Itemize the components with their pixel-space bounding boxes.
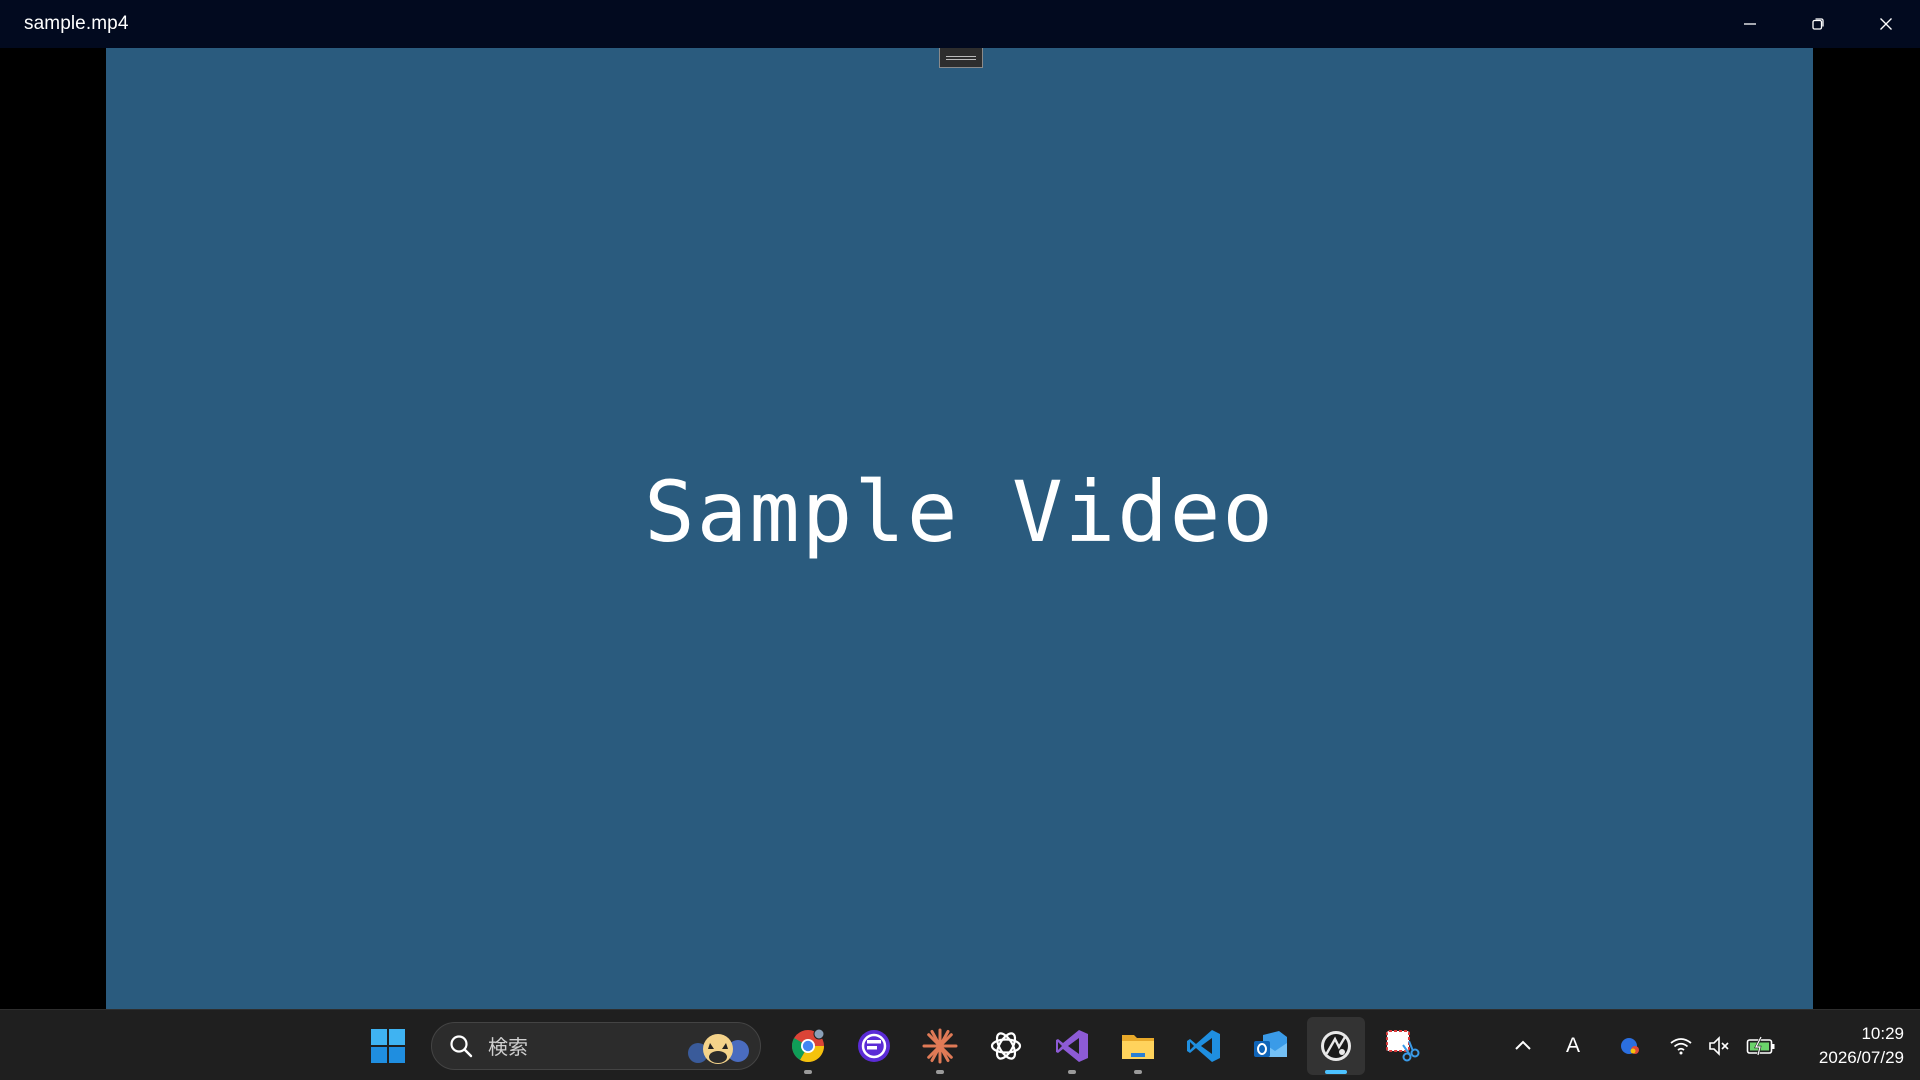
- media-player-icon: [1321, 1030, 1351, 1061]
- video-surface[interactable]: Sample Video: [106, 48, 1813, 1009]
- taskbar-f-app[interactable]: [845, 1017, 903, 1075]
- taskbar-media-player[interactable]: [1307, 1016, 1365, 1075]
- taskbar-chatgpt[interactable]: [977, 1017, 1035, 1075]
- system-tray: A 10:29 2026/07/29: [1498, 1010, 1920, 1080]
- outlook-icon: [1254, 1030, 1287, 1057]
- minimize-icon: [1744, 23, 1756, 25]
- windows-logo-icon: [371, 1028, 405, 1063]
- claude-icon: [922, 1028, 958, 1063]
- restore-button[interactable]: [1784, 0, 1852, 48]
- clock[interactable]: 10:29 2026/07/29: [1784, 1022, 1904, 1070]
- folder-icon: [1122, 1034, 1154, 1059]
- battery-charging-icon: [1746, 1035, 1775, 1055]
- taskbar-apps: 検索: [355, 1010, 1435, 1080]
- battery-button[interactable]: [1738, 1010, 1784, 1080]
- close-button[interactable]: [1852, 0, 1920, 48]
- chrome-icon: [791, 1028, 825, 1062]
- taskbar-vscode[interactable]: [1175, 1017, 1233, 1075]
- video-frame: Sample Video: [0, 48, 1920, 1009]
- minimize-button[interactable]: [1716, 0, 1784, 48]
- chevron-up-icon: [1515, 1040, 1531, 1050]
- restore-icon: [1812, 18, 1824, 30]
- taskbar-chrome[interactable]: [779, 1017, 837, 1075]
- clock-date: 2026/07/29: [1818, 1047, 1904, 1067]
- vscode-icon: [1187, 1029, 1220, 1062]
- chatgpt-icon: [990, 1031, 1022, 1060]
- window-controls: [1716, 0, 1920, 48]
- drag-handle[interactable]: [939, 48, 983, 68]
- snipping-tool-icon: [1386, 1029, 1420, 1061]
- taskbar: 検索 A 10:29 2026/07/29: [0, 1009, 1920, 1080]
- title-bar[interactable]: sample.mp4: [0, 0, 1920, 48]
- ime-indicator[interactable]: A: [1548, 1010, 1598, 1080]
- search-placeholder: 検索: [488, 1035, 528, 1059]
- taskbar-file-explorer[interactable]: [1109, 1017, 1167, 1075]
- visual-studio-icon: [1056, 1029, 1088, 1062]
- taskbar-outlook[interactable]: [1241, 1017, 1299, 1075]
- copilot-icon: [1621, 1037, 1639, 1054]
- start-button[interactable]: [359, 1017, 417, 1075]
- wifi-button[interactable]: [1662, 1010, 1700, 1080]
- tray-overflow-button[interactable]: [1498, 1010, 1548, 1080]
- taskbar-claude[interactable]: [911, 1017, 969, 1075]
- tray-copilot-button[interactable]: [1598, 1010, 1662, 1080]
- search-highlight-icon: [688, 1033, 749, 1064]
- clock-time: 10:29: [1861, 1023, 1904, 1043]
- volume-muted-icon: [1709, 1035, 1729, 1056]
- close-icon: [1880, 18, 1892, 30]
- window-title: sample.mp4: [24, 13, 129, 34]
- search-box[interactable]: 検索: [431, 1021, 761, 1070]
- taskbar-visual-studio[interactable]: [1043, 1017, 1101, 1075]
- volume-button[interactable]: [1700, 1010, 1738, 1080]
- search-icon: [450, 1034, 473, 1057]
- f-app-icon: [858, 1029, 890, 1062]
- taskbar-snipping-tool[interactable]: [1373, 1017, 1431, 1075]
- video-caption: Sample Video: [644, 462, 1275, 561]
- wifi-icon: [1670, 1037, 1692, 1054]
